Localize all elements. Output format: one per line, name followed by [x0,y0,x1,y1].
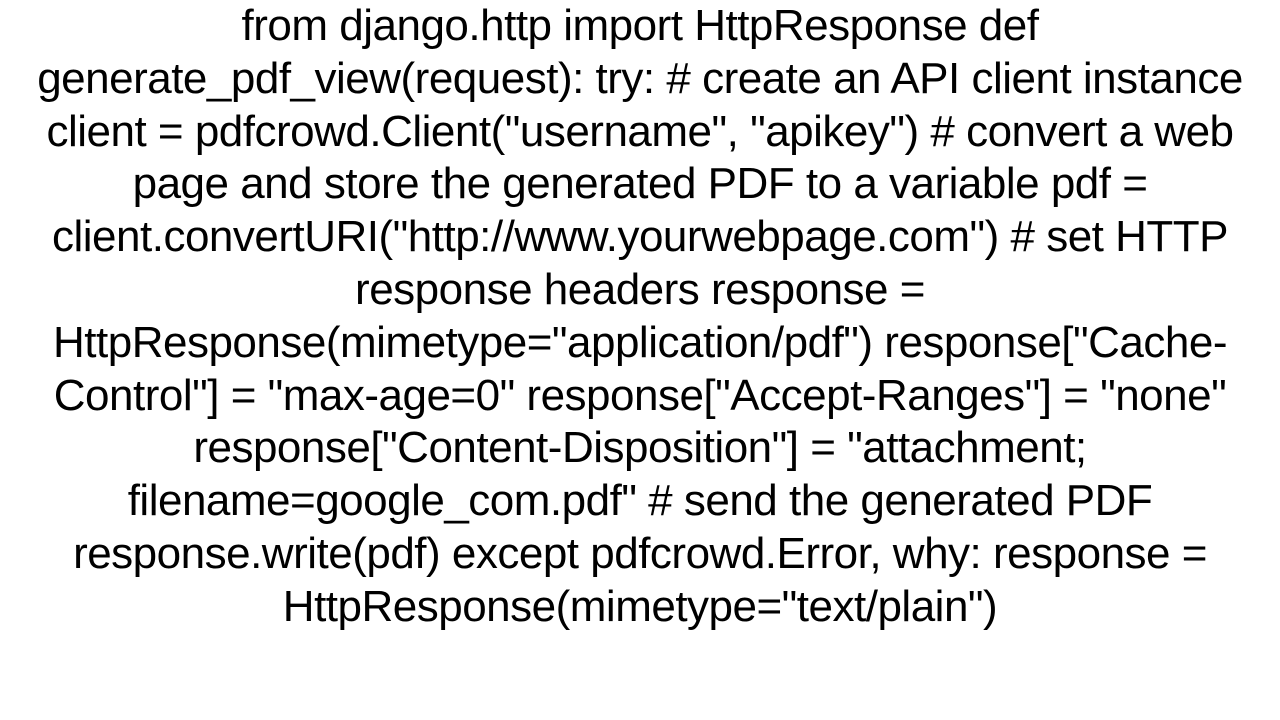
code-text: from django.http import HttpResponse def… [37,1,1243,631]
code-block: from django.http import HttpResponse def… [0,0,1280,634]
